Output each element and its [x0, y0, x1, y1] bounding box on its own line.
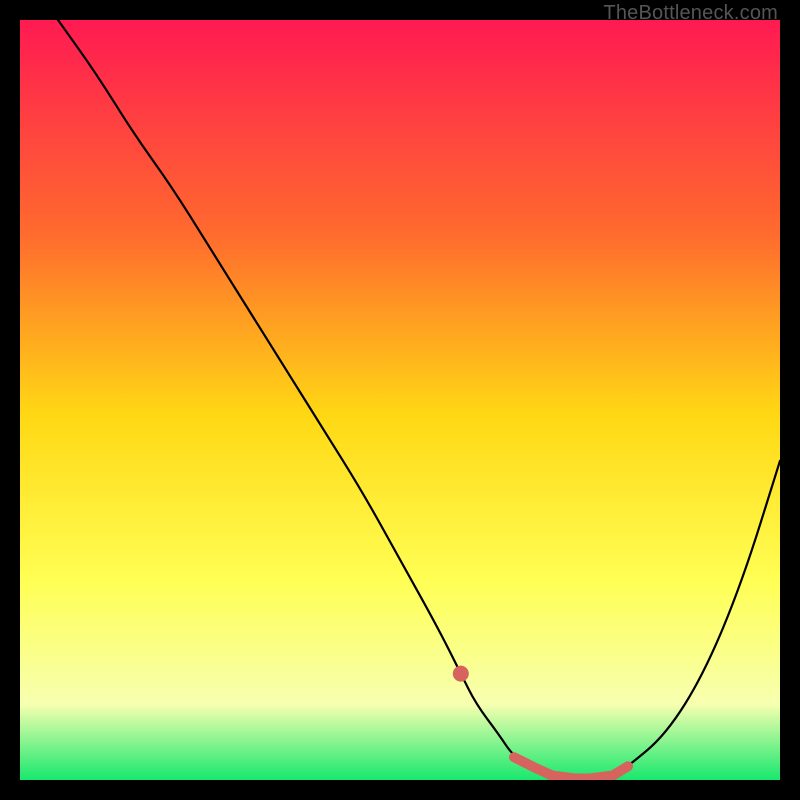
- bottleneck-curve: [58, 20, 780, 778]
- chart-svg: [20, 20, 780, 780]
- watermark-text: TheBottleneck.com: [603, 2, 778, 25]
- highlight-dot: [453, 666, 469, 682]
- highlight-segment: [514, 757, 628, 778]
